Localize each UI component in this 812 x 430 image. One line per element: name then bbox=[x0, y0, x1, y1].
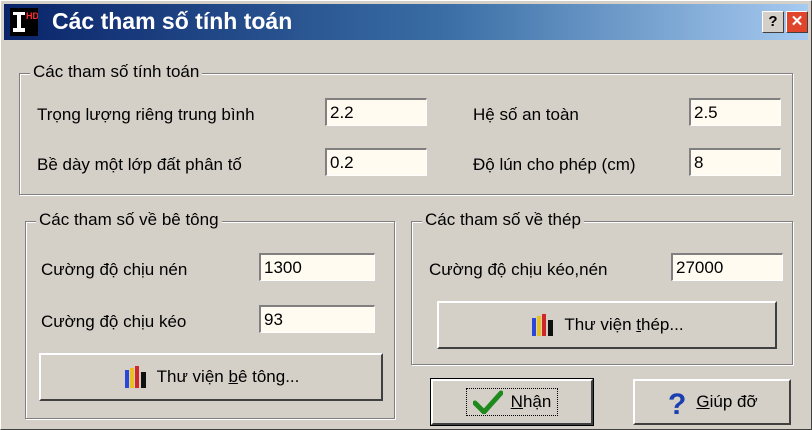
unit-weight-input[interactable] bbox=[325, 98, 427, 126]
concrete-tension-input[interactable] bbox=[259, 305, 375, 333]
concrete-compression-input[interactable] bbox=[259, 253, 375, 281]
help-button[interactable]: ? Giúp đỡ bbox=[633, 379, 791, 425]
ok-focus-box: Nhận bbox=[465, 388, 559, 416]
steel-library-button[interactable]: Thư viện thép... bbox=[437, 301, 777, 349]
steel-strength-label: Cường độ chịu kéo,nén bbox=[429, 260, 608, 279]
unit-weight-label: Trọng lượng riêng trung bình bbox=[37, 105, 255, 124]
svg-text:HD: HD bbox=[26, 11, 38, 21]
close-button[interactable]: ✕ bbox=[786, 11, 808, 33]
ok-label: Nhận bbox=[510, 392, 552, 411]
steel-strength-input[interactable] bbox=[671, 253, 783, 281]
general-params-legend: Các tham số tính toán bbox=[30, 62, 203, 82]
safety-factor-input[interactable] bbox=[689, 98, 781, 126]
concrete-library-button[interactable]: Thư viện bê tông... bbox=[39, 353, 383, 401]
concrete-library-label: Thư viện bê tông... bbox=[156, 367, 300, 386]
concrete-tension-label: Cường độ chịu kéo bbox=[41, 312, 187, 331]
question-icon: ? bbox=[668, 388, 686, 417]
dialog-window: HD Các tham số tính toán ? ✕ Các tham số… bbox=[0, 0, 812, 430]
general-params-group: Các tham số tính toán bbox=[19, 62, 793, 195]
help-label: Giúp đỡ bbox=[696, 392, 758, 411]
concrete-compression-label: Cường độ chịu nén bbox=[41, 260, 188, 279]
allowable-settlement-input[interactable] bbox=[689, 148, 781, 176]
books-icon bbox=[532, 314, 554, 336]
app-logo-icon: HD bbox=[10, 8, 38, 36]
steel-params-legend: Các tham số về thép bbox=[422, 210, 584, 230]
concrete-params-legend: Các tham số về bê tông bbox=[36, 210, 222, 230]
steel-library-label: Thư viện thép... bbox=[564, 315, 684, 334]
safety-factor-label: Hệ số an toàn bbox=[473, 105, 579, 124]
books-icon bbox=[124, 366, 146, 388]
layer-thickness-input[interactable] bbox=[325, 148, 427, 176]
window-title: Các tham số tính toán bbox=[52, 8, 293, 34]
ok-button[interactable]: Nhận bbox=[430, 378, 594, 426]
svg-text:?: ? bbox=[668, 388, 686, 417]
title-help-button[interactable]: ? bbox=[762, 11, 784, 33]
checkmark-icon bbox=[472, 390, 503, 414]
title-bar[interactable]: HD Các tham số tính toán ? ✕ bbox=[4, 4, 808, 40]
layer-thickness-label: Bề dày một lớp đất phân tố bbox=[37, 155, 242, 174]
allowable-settlement-label: Độ lún cho phép (cm) bbox=[473, 155, 636, 174]
